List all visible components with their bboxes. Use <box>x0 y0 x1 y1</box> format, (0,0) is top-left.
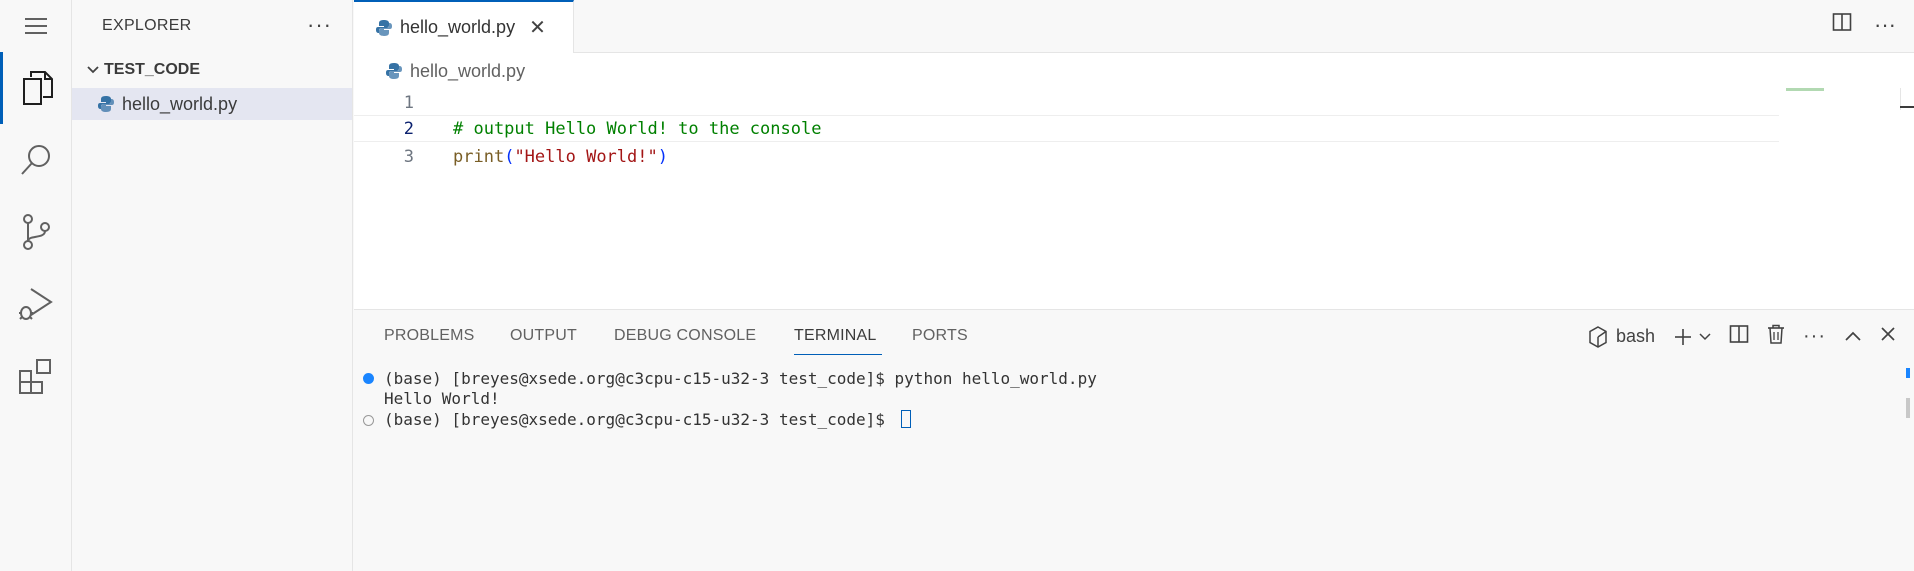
file-label: hello_world.py <box>122 93 238 114</box>
chevron-down-icon <box>82 65 104 75</box>
active-tab-indicator <box>794 354 882 355</box>
maximize-panel-button[interactable] <box>1844 326 1862 347</box>
paren-token: ( <box>504 146 515 167</box>
explorer-header: EXPLORER ··· <box>72 0 352 52</box>
terminal-prompt: (base) [breyes@xsede.org@c3cpu-c15-u32-3… <box>384 409 895 429</box>
menu-button[interactable] <box>0 0 72 52</box>
source-control-button[interactable] <box>0 196 72 268</box>
vscode-window: EXPLORER ··· TEST_CODE hello_world.py he… <box>0 0 1914 571</box>
editor-group: hello_world.py ✕ ··· hello_world.py 1 2 <box>354 0 1914 309</box>
line-number: 2 <box>403 118 414 139</box>
line-text: print("Hello World!") <box>453 147 668 167</box>
terminal-prompt-line: (base) [breyes@xsede.org@c3cpu-c15-u32-3… <box>384 409 911 429</box>
activity-bar <box>0 0 72 571</box>
command-success-decoration[interactable] <box>363 373 374 384</box>
chevron-up-icon <box>1845 331 1861 341</box>
shell-name: bash <box>1615 326 1656 346</box>
more-actions-icon[interactable]: ··· <box>1874 12 1896 38</box>
terminal-line: Hello World! <box>384 388 500 408</box>
tab-ports[interactable]: PORTS <box>912 327 968 345</box>
line-number: 3 <box>403 146 414 167</box>
split-terminal-button[interactable] <box>1729 324 1749 349</box>
python-file-icon <box>374 18 394 38</box>
code-line-current: 2 # output Hello World! to the console <box>354 115 1779 142</box>
tab-hello-world[interactable]: hello_world.py ✕ <box>354 0 574 53</box>
terminal-shell-selector[interactable]: bash <box>1588 325 1656 348</box>
code-line: 3 print("Hello World!") <box>354 143 1779 170</box>
terminal-scrollbar[interactable] <box>1904 368 1914 418</box>
split-editor-icon[interactable] <box>1832 12 1852 38</box>
terminal-cursor <box>900 410 911 428</box>
more-actions-icon[interactable]: ··· <box>307 12 332 38</box>
breadcrumb-file: hello_world.py <box>410 60 526 81</box>
terminal-profile-icon <box>1589 325 1607 348</box>
files-icon <box>22 71 53 105</box>
comment-text: # output Hello World! to the console <box>453 118 822 139</box>
panel-tabs: PROBLEMS OUTPUT DEBUG CONSOLE TERMINAL P… <box>354 310 1914 362</box>
kill-terminal-button[interactable] <box>1767 324 1785 349</box>
plus-icon <box>1675 328 1692 345</box>
tab-problems[interactable]: PROBLEMS <box>384 327 475 345</box>
editor-tabs: hello_world.py ✕ ··· <box>354 0 1914 53</box>
bottom-panel: PROBLEMS OUTPUT DEBUG CONSOLE TERMINAL P… <box>354 309 1914 571</box>
function-token: print <box>453 146 505 167</box>
command-pending-decoration[interactable] <box>363 415 374 426</box>
python-file-icon <box>96 94 116 114</box>
tab-output[interactable]: OUTPUT <box>510 327 577 345</box>
close-icon <box>1881 327 1895 341</box>
tab-terminal[interactable]: TERMINAL <box>794 327 877 345</box>
explorer-button[interactable] <box>0 52 72 124</box>
new-terminal-button[interactable] <box>1673 327 1711 347</box>
tab-label: hello_world.py <box>400 17 516 37</box>
more-actions-icon[interactable]: ··· <box>1803 325 1826 348</box>
trash-icon <box>1768 324 1785 344</box>
folder-label: TEST_CODE <box>104 61 201 78</box>
chevron-down-icon[interactable] <box>1699 332 1711 341</box>
extensions-button[interactable] <box>0 340 72 412</box>
scroll-thumb[interactable] <box>1906 398 1910 418</box>
paren-token: ) <box>657 146 668 167</box>
line-number: 1 <box>403 92 414 113</box>
cursor-position-marker <box>1900 106 1914 108</box>
run-debug-button[interactable] <box>0 268 72 340</box>
scroll-marker <box>1906 368 1910 378</box>
search-icon <box>21 145 50 175</box>
run-debug-icon <box>19 288 53 320</box>
editor-actions: ··· <box>1832 12 1896 38</box>
explorer-title: EXPLORER <box>102 17 192 34</box>
file-item-hello-world[interactable]: hello_world.py <box>72 88 352 120</box>
close-panel-button[interactable] <box>1880 326 1896 347</box>
code-line: 1 <box>354 89 1779 116</box>
breadcrumb[interactable]: hello_world.py <box>354 53 1914 89</box>
explorer-sidebar: EXPLORER ··· TEST_CODE hello_world.py <box>72 0 353 571</box>
split-icon <box>1729 325 1749 343</box>
python-file-icon <box>384 61 404 81</box>
extensions-icon <box>19 359 51 394</box>
tab-debug-console[interactable]: DEBUG CONSOLE <box>614 327 756 345</box>
panel-actions: bash ··· <box>1588 324 1896 349</box>
terminal-line: (base) [breyes@xsede.org@c3cpu-c15-u32-3… <box>384 368 1097 388</box>
string-token: "Hello World!" <box>514 146 658 167</box>
close-tab-icon[interactable]: ✕ <box>529 15 546 40</box>
folder-test-code[interactable]: TEST_CODE <box>72 52 352 88</box>
search-button[interactable] <box>0 124 72 196</box>
hamburger-icon <box>25 18 47 34</box>
source-control-icon <box>23 214 50 250</box>
minimap[interactable] <box>1786 88 1824 91</box>
